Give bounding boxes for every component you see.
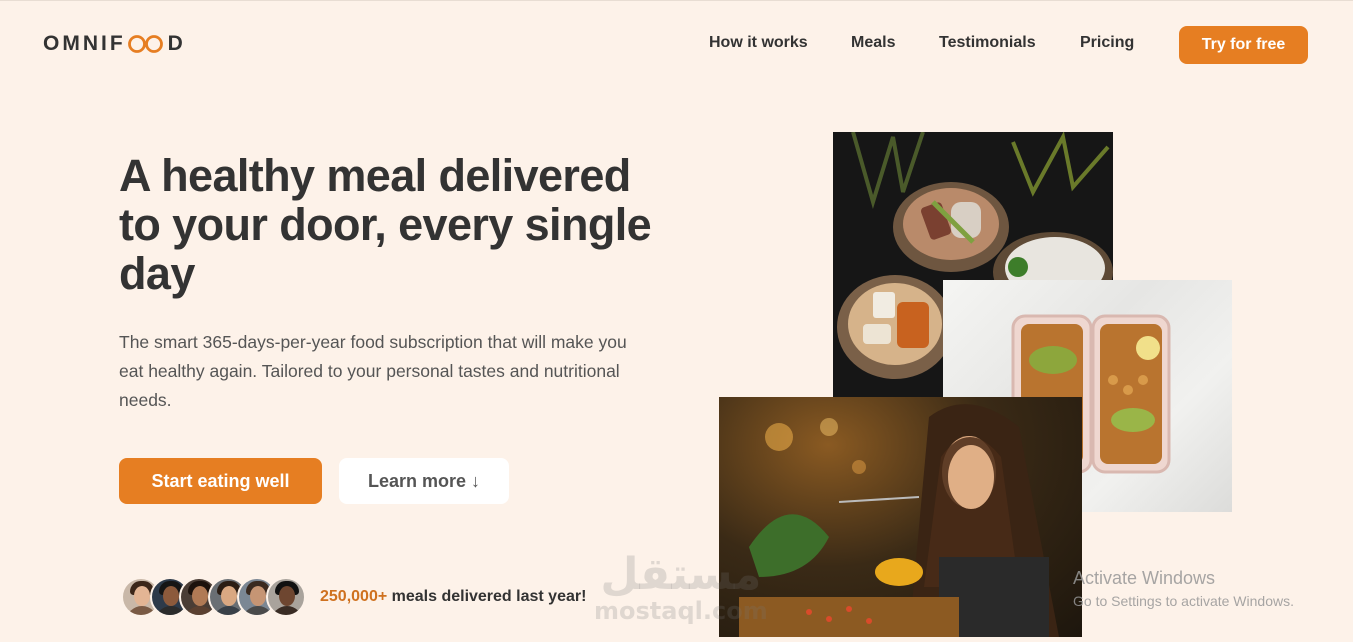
woman-eating-photo bbox=[719, 397, 1082, 637]
nav-link-how-it-works[interactable]: How it works bbox=[709, 34, 808, 52]
site-header: OMNIF D How it works Meals Testimonials … bbox=[0, 1, 1353, 87]
customer-avatar bbox=[266, 577, 306, 617]
activate-windows-title: Activate Windows bbox=[1073, 568, 1216, 588]
watermark-arabic: مستقل bbox=[600, 549, 762, 600]
mostaql-watermark: مستقل mostaql.com bbox=[594, 549, 768, 625]
hero-title: A healthy meal delivered to your door, e… bbox=[119, 150, 652, 299]
meals-label: meals delivered last year! bbox=[387, 588, 587, 605]
nav-link-testimonials[interactable]: Testimonials bbox=[939, 34, 1036, 52]
logo-text-left: OMNIF bbox=[43, 32, 126, 55]
meals-delivered-text: 250,000+ meals delivered last year! bbox=[320, 588, 586, 606]
learn-more-button[interactable]: Learn more ↓ bbox=[339, 458, 509, 504]
try-for-free-button[interactable]: Try for free bbox=[1179, 26, 1308, 64]
infinity-logo-icon bbox=[127, 35, 163, 53]
nav-link-meals[interactable]: Meals bbox=[851, 34, 895, 52]
hero-description: The smart 365-days-per-year food subscri… bbox=[119, 332, 627, 410]
activate-windows-notice: Activate Windows Go to Settings to activ… bbox=[1073, 568, 1294, 609]
start-eating-well-button[interactable]: Start eating well bbox=[119, 458, 322, 504]
logo-text-right: D bbox=[167, 32, 186, 55]
activate-windows-subtitle: Go to Settings to activate Windows. bbox=[1073, 593, 1294, 609]
omnifood-logo[interactable]: OMNIF D bbox=[43, 32, 186, 56]
meals-count: 250,000+ bbox=[320, 588, 388, 605]
watermark-latin: mostaql.com bbox=[594, 597, 768, 625]
nav-link-pricing[interactable]: Pricing bbox=[1080, 34, 1134, 52]
